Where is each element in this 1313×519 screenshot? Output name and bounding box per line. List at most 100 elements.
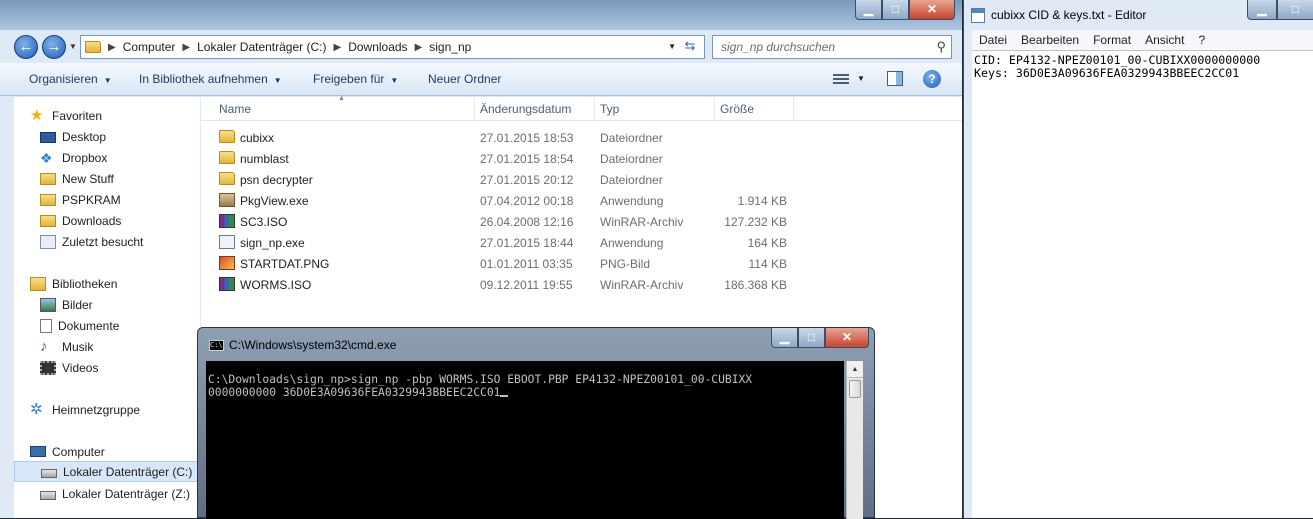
sidebar-item-label: Zuletzt besucht: [62, 234, 144, 249]
recent-pages-chevron-down-icon[interactable]: ▼: [69, 42, 77, 51]
sidebar-item-recent-places[interactable]: Zuletzt besucht: [14, 231, 200, 252]
file-name: psn decrypter: [240, 173, 313, 187]
sidebar-item-label: Bilder: [62, 297, 93, 312]
file-row[interactable]: sign_np.exe 27.01.2015 18:44 Anwendung 164 …: [201, 232, 962, 253]
new-folder-button[interactable]: Neuer Ordner: [428, 72, 501, 86]
refresh-icon[interactable]: ⇆: [680, 38, 700, 56]
sidebar-item-music[interactable]: ♪ Musik: [14, 336, 200, 357]
breadcrumb-downloads[interactable]: Downloads: [348, 40, 407, 54]
address-history-chevron-down-icon[interactable]: ▼: [668, 42, 676, 51]
cmd-maximize-button[interactable]: □: [798, 328, 825, 348]
address-bar[interactable]: ▶ Computer ▶ Lokaler Datenträger (C:) ▶ …: [80, 35, 705, 59]
explorer-maximize-button[interactable]: □: [882, 0, 909, 20]
pictures-icon: [40, 297, 56, 312]
column-header-type[interactable]: Typ: [600, 102, 619, 116]
notepad-window-controls: ▁ □: [1247, 0, 1313, 20]
file-name: PkgView.exe: [240, 194, 309, 208]
sidebar-favorites-label: Favoriten: [52, 108, 103, 123]
help-icon[interactable]: ?: [923, 70, 941, 88]
menu-format[interactable]: Format: [1093, 33, 1131, 47]
sidebar-item-drive-z[interactable]: Lokaler Datenträger (Z:): [14, 483, 200, 504]
search-input[interactable]: [719, 37, 929, 57]
sidebar-item-desktop[interactable]: Desktop: [14, 126, 200, 147]
notepad-minimize-button[interactable]: ▁: [1247, 0, 1277, 20]
breadcrumb-sign-np[interactable]: sign_np: [429, 40, 471, 54]
dropbox-icon: ❖: [40, 149, 53, 166]
search-box[interactable]: ⚲: [712, 35, 952, 59]
explorer-window-controls: ▁ □ ✕: [855, 0, 955, 20]
sidebar-homegroup[interactable]: ✲ Heimnetzgruppe: [14, 399, 200, 420]
menu-edit[interactable]: Bearbeiten: [1021, 33, 1079, 47]
search-icon[interactable]: ⚲: [936, 39, 946, 55]
explorer-title-bar[interactable]: [0, 0, 962, 30]
explorer-minimize-button[interactable]: ▁: [855, 0, 882, 20]
scroll-up-arrow-icon[interactable]: ▲: [847, 361, 863, 378]
file-row[interactable]: cubixx 27.01.2015 18:53 Dateiordner: [201, 127, 962, 148]
column-header-size[interactable]: Größe: [720, 102, 754, 116]
file-row[interactable]: PkgView.exe 07.04.2012 00:18 Anwendung 1.91…: [201, 190, 962, 211]
file-size: 114 KB: [748, 257, 787, 271]
chevron-right-icon[interactable]: ▶: [415, 42, 423, 53]
cmd-console-output[interactable]: C:\Downloads\sign_np>sign_np -pbp WORMS.…: [206, 361, 844, 519]
chevron-down-icon: ▼: [273, 76, 282, 85]
folder-icon: [219, 151, 235, 164]
sidebar-item-drive-c[interactable]: Lokaler Datenträger (C:): [14, 461, 200, 482]
film-strip-icon: [40, 360, 56, 375]
file-row[interactable]: STARTDAT.PNG 01.01.2011 03:35 PNG-Bild 114 …: [201, 253, 962, 274]
sidebar-item-label: Dokumente: [58, 318, 120, 333]
file-date: 27.01.2015 18:44: [480, 236, 574, 250]
file-type: Dateiordner: [600, 173, 663, 187]
column-header-name[interactable]: Name: [219, 102, 251, 116]
navigation-pane: ★ Favoriten Desktop ❖ Dropbox New Stuff PS…: [14, 97, 200, 518]
sidebar-item-new-stuff[interactable]: New Stuff: [14, 168, 200, 189]
preview-pane-icon[interactable]: [887, 71, 903, 86]
sidebar-item-pictures[interactable]: Bilder: [14, 294, 200, 315]
include-in-library-button[interactable]: In Bibliothek aufnehmen ▼: [139, 72, 282, 86]
computer-icon: [30, 446, 46, 457]
winrar-icon: [219, 277, 235, 291]
cmd-close-button[interactable]: ✕: [825, 328, 869, 348]
sidebar-item-dropbox[interactable]: ❖ Dropbox: [14, 147, 200, 168]
sidebar-item-label: New Stuff: [62, 171, 114, 186]
view-options-icon[interactable]: [833, 72, 849, 86]
chevron-right-icon[interactable]: ▶: [333, 42, 341, 53]
sidebar-favorites[interactable]: ★ Favoriten: [14, 105, 200, 126]
chevron-right-icon[interactable]: ▶: [182, 42, 190, 53]
back-arrow-icon[interactable]: ←: [14, 35, 38, 59]
file-row[interactable]: WORMS.ISO 09.12.2011 19:55 WinRAR-Archiv 18…: [201, 274, 962, 295]
share-label: Freigeben für: [313, 72, 385, 86]
share-with-button[interactable]: Freigeben für ▼: [313, 72, 398, 86]
sidebar-item-pspkram[interactable]: PSPKRAM: [14, 189, 200, 210]
file-type: Anwendung: [600, 236, 664, 250]
file-name: STARTDAT.PNG: [240, 257, 330, 271]
sidebar-item-downloads[interactable]: Downloads: [14, 210, 200, 231]
sidebar-libraries[interactable]: Bibliotheken: [14, 273, 200, 294]
menu-help[interactable]: ?: [1198, 33, 1205, 47]
column-header-date[interactable]: Änderungsdatum: [480, 102, 571, 116]
breadcrumb-computer[interactable]: Computer: [123, 40, 176, 54]
notepad-text-area[interactable]: CID: EP4132-NPEZ00101_00-CUBIXX000000000…: [972, 50, 1313, 518]
cmd-vertical-scrollbar[interactable]: ▲: [846, 361, 863, 519]
breadcrumb-drive-c[interactable]: Lokaler Datenträger (C:): [197, 40, 326, 54]
chevron-right-icon[interactable]: ▶: [108, 42, 116, 53]
cmd-minimize-button[interactable]: ▁: [771, 328, 798, 348]
libraries-icon: [30, 276, 46, 291]
chevron-down-icon: ▼: [390, 76, 399, 85]
forward-arrow-icon[interactable]: →: [42, 35, 66, 59]
notepad-maximize-button[interactable]: □: [1277, 0, 1313, 20]
cmd-window: C:\ C:\Windows\system32\cmd.exe ▁ □ ✕ C:…: [197, 327, 875, 519]
file-row[interactable]: psn decrypter 27.01.2015 20:12 Dateiordner: [201, 169, 962, 190]
sidebar-item-documents[interactable]: Dokumente: [14, 315, 200, 336]
file-row[interactable]: SC3.ISO 26.04.2008 12:16 WinRAR-Archiv 127.…: [201, 211, 962, 232]
sidebar-item-videos[interactable]: Videos: [14, 357, 200, 378]
folder-icon: [219, 130, 235, 143]
sidebar-computer[interactable]: Computer: [14, 441, 200, 462]
explorer-close-button[interactable]: ✕: [909, 0, 955, 20]
file-row[interactable]: numblast 27.01.2015 18:54 Dateiordner: [201, 148, 962, 169]
view-options-chevron-down-icon[interactable]: ▼: [857, 74, 865, 83]
sort-ascending-icon: ▲: [338, 95, 345, 102]
organize-menu-button[interactable]: Organisieren ▼: [29, 72, 112, 86]
scrollbar-thumb[interactable]: [849, 380, 861, 398]
menu-file[interactable]: Datei: [979, 33, 1007, 47]
menu-view[interactable]: Ansicht: [1145, 33, 1184, 47]
